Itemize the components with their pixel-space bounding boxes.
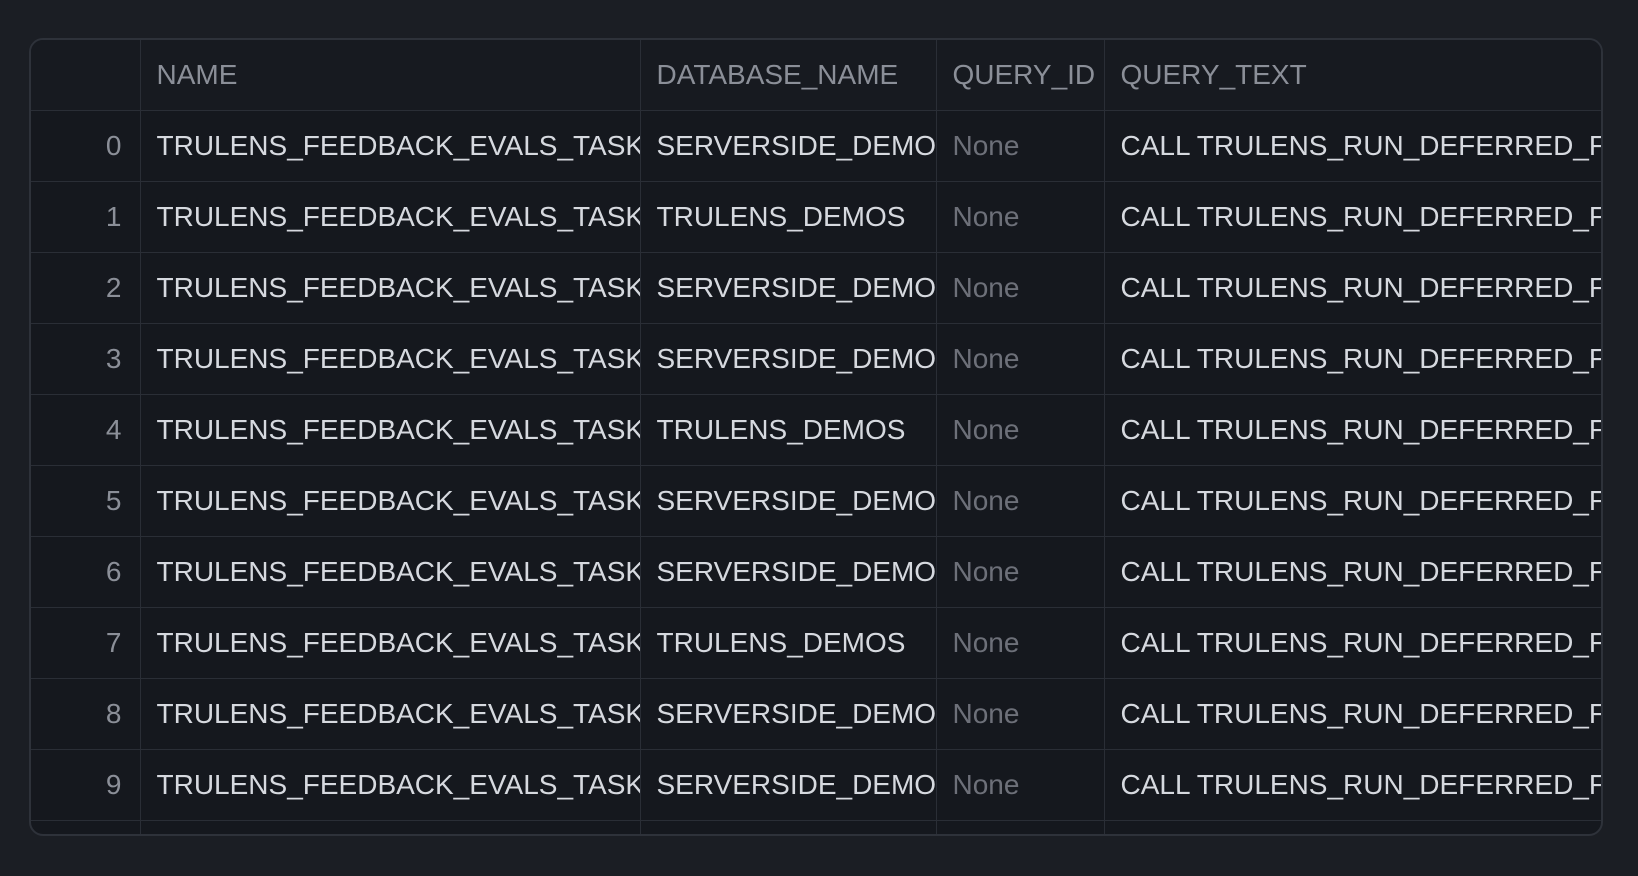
table-row[interactable]: 0 TRULENS_FEEDBACK_EVALS_TASK SERVERSIDE_D… bbox=[31, 110, 1601, 182]
table-row[interactable]: 1 TRULENS_FEEDBACK_EVALS_TASK TRULENS_DEMO… bbox=[31, 181, 1601, 253]
row-index-cell[interactable]: 8 bbox=[31, 678, 141, 750]
name-cell[interactable]: TRULENS_FEEDBACK_EVALS_TASK bbox=[140, 536, 641, 608]
table-row[interactable]: 10TRULENS_FEEDBACK_EVALS_TASKTRULENS_DEM… bbox=[31, 820, 1601, 834]
column-header-query-id[interactable]: QUERY_ID bbox=[936, 40, 1105, 111]
name-cell[interactable]: TRULENS_FEEDBACK_EVALS_TASK bbox=[140, 394, 641, 466]
query-id-cell[interactable]: None bbox=[936, 820, 1105, 834]
query-id-cell[interactable]: None bbox=[936, 181, 1105, 253]
column-header-index[interactable] bbox=[31, 40, 141, 111]
query-text-cell[interactable]: CALL TRULENS_RUN_DEFERRED_FEEDBACKS() bbox=[1104, 820, 1601, 834]
name-cell[interactable]: TRULENS_FEEDBACK_EVALS_TASK bbox=[140, 749, 641, 821]
name-cell[interactable]: TRULENS_FEEDBACK_EVALS_TASK bbox=[140, 607, 641, 679]
query-text-cell[interactable]: CALL TRULENS_RUN_DEFERRED_FEEDBACKS() bbox=[1104, 536, 1601, 608]
database-name-cell[interactable]: TRULENS_DEMOS bbox=[640, 607, 937, 679]
header-row: NAME DATABASE_NAME QUERY_ID QUERY_TEXT bbox=[31, 40, 1601, 111]
table-row[interactable]: 9 TRULENS_FEEDBACK_EVALS_TASK SERVERSIDE_D… bbox=[31, 749, 1601, 821]
database-name-cell[interactable]: SERVERSIDE_DEMO bbox=[640, 110, 937, 182]
row-index-cell[interactable]: 7 bbox=[31, 607, 141, 679]
row-index-cell[interactable]: 4 bbox=[31, 394, 141, 466]
query-text-cell[interactable]: CALL TRULENS_RUN_DEFERRED_FEEDBACKS() bbox=[1104, 394, 1601, 466]
name-cell[interactable]: TRULENS_FEEDBACK_EVALS_TASK bbox=[140, 678, 641, 750]
query-id-cell[interactable]: None bbox=[936, 678, 1105, 750]
dataframe-table[interactable]: NAME DATABASE_NAME QUERY_ID QUERY_TEXT 0… bbox=[29, 38, 1603, 836]
database-name-cell[interactable]: SERVERSIDE_DEMO bbox=[640, 536, 937, 608]
database-name-cell[interactable]: TRULENS_DEMOS bbox=[640, 820, 937, 834]
query-text-cell[interactable]: CALL TRULENS_RUN_DEFERRED_FEEDBACKS() bbox=[1104, 607, 1601, 679]
row-index-cell[interactable]: 3 bbox=[31, 323, 141, 395]
table-row[interactable]: 5 TRULENS_FEEDBACK_EVALS_TASK SERVERSIDE_D… bbox=[31, 465, 1601, 537]
database-name-cell[interactable]: SERVERSIDE_DEMO bbox=[640, 252, 937, 324]
query-id-cell[interactable]: None bbox=[936, 323, 1105, 395]
database-name-cell[interactable]: SERVERSIDE_DEMO bbox=[640, 465, 937, 537]
table-row[interactable]: 8 TRULENS_FEEDBACK_EVALS_TASK SERVERSIDE_D… bbox=[31, 678, 1601, 750]
row-index-cell[interactable]: 1 bbox=[31, 181, 141, 253]
database-name-cell[interactable]: TRULENS_DEMOS bbox=[640, 181, 937, 253]
column-header-query-text[interactable]: QUERY_TEXT bbox=[1104, 40, 1601, 111]
row-index-cell[interactable]: 2 bbox=[31, 252, 141, 324]
name-cell[interactable]: TRULENS_FEEDBACK_EVALS_TASK bbox=[140, 323, 641, 395]
table-row[interactable]: 2 TRULENS_FEEDBACK_EVALS_TASK SERVERSIDE_D… bbox=[31, 252, 1601, 324]
query-text-cell[interactable]: CALL TRULENS_RUN_DEFERRED_FEEDBACKS() bbox=[1104, 323, 1601, 395]
name-cell[interactable]: TRULENS_FEEDBACK_EVALS_TASK bbox=[140, 820, 641, 834]
query-id-cell[interactable]: None bbox=[936, 607, 1105, 679]
row-index-cell[interactable]: 6 bbox=[31, 536, 141, 608]
database-name-cell[interactable]: SERVERSIDE_DEMO bbox=[640, 749, 937, 821]
data-grid: NAME DATABASE_NAME QUERY_ID QUERY_TEXT 0… bbox=[31, 40, 1601, 834]
query-id-cell[interactable]: None bbox=[936, 394, 1105, 466]
query-id-cell[interactable]: None bbox=[936, 749, 1105, 821]
query-id-cell[interactable]: None bbox=[936, 110, 1105, 182]
row-index-cell[interactable]: 9 bbox=[31, 749, 141, 821]
column-header-database-name[interactable]: DATABASE_NAME bbox=[640, 40, 937, 111]
table-row[interactable]: 4 TRULENS_FEEDBACK_EVALS_TASK TRULENS_DEMO… bbox=[31, 394, 1601, 466]
row-index-cell[interactable]: 5 bbox=[31, 465, 141, 537]
database-name-cell[interactable]: SERVERSIDE_DEMO bbox=[640, 678, 937, 750]
row-index-cell[interactable]: 0 bbox=[31, 110, 141, 182]
name-cell[interactable]: TRULENS_FEEDBACK_EVALS_TASK bbox=[140, 110, 641, 182]
query-text-cell[interactable]: CALL TRULENS_RUN_DEFERRED_FEEDBACKS() bbox=[1104, 465, 1601, 537]
query-text-cell[interactable]: CALL TRULENS_RUN_DEFERRED_FEEDBACKS() bbox=[1104, 749, 1601, 821]
name-cell[interactable]: TRULENS_FEEDBACK_EVALS_TASK bbox=[140, 181, 641, 253]
query-text-cell[interactable]: CALL TRULENS_RUN_DEFERRED_FEEDBACKS() bbox=[1104, 252, 1601, 324]
query-id-cell[interactable]: None bbox=[936, 536, 1105, 608]
name-cell[interactable]: TRULENS_FEEDBACK_EVALS_TASK bbox=[140, 252, 641, 324]
query-text-cell[interactable]: CALL TRULENS_RUN_DEFERRED_FEEDBACKS() bbox=[1104, 181, 1601, 253]
database-name-cell[interactable]: TRULENS_DEMOS bbox=[640, 394, 937, 466]
query-text-cell[interactable]: CALL TRULENS_RUN_DEFERRED_FEEDBACKS() bbox=[1104, 678, 1601, 750]
table-row[interactable]: 3 TRULENS_FEEDBACK_EVALS_TASK SERVERSIDE_D… bbox=[31, 323, 1601, 395]
name-cell[interactable]: TRULENS_FEEDBACK_EVALS_TASK bbox=[140, 465, 641, 537]
database-name-cell[interactable]: SERVERSIDE_DEMO bbox=[640, 323, 937, 395]
query-id-cell[interactable]: None bbox=[936, 252, 1105, 324]
query-id-cell[interactable]: None bbox=[936, 465, 1105, 537]
query-text-cell[interactable]: CALL TRULENS_RUN_DEFERRED_FEEDBACKS() bbox=[1104, 110, 1601, 182]
table-row[interactable]: 7 TRULENS_FEEDBACK_EVALS_TASK TRULENS_DEMO… bbox=[31, 607, 1601, 679]
row-index-cell[interactable]: 10 bbox=[31, 820, 141, 834]
table-row[interactable]: 6 TRULENS_FEEDBACK_EVALS_TASK SERVERSIDE_D… bbox=[31, 536, 1601, 608]
column-header-name[interactable]: NAME bbox=[140, 40, 641, 111]
